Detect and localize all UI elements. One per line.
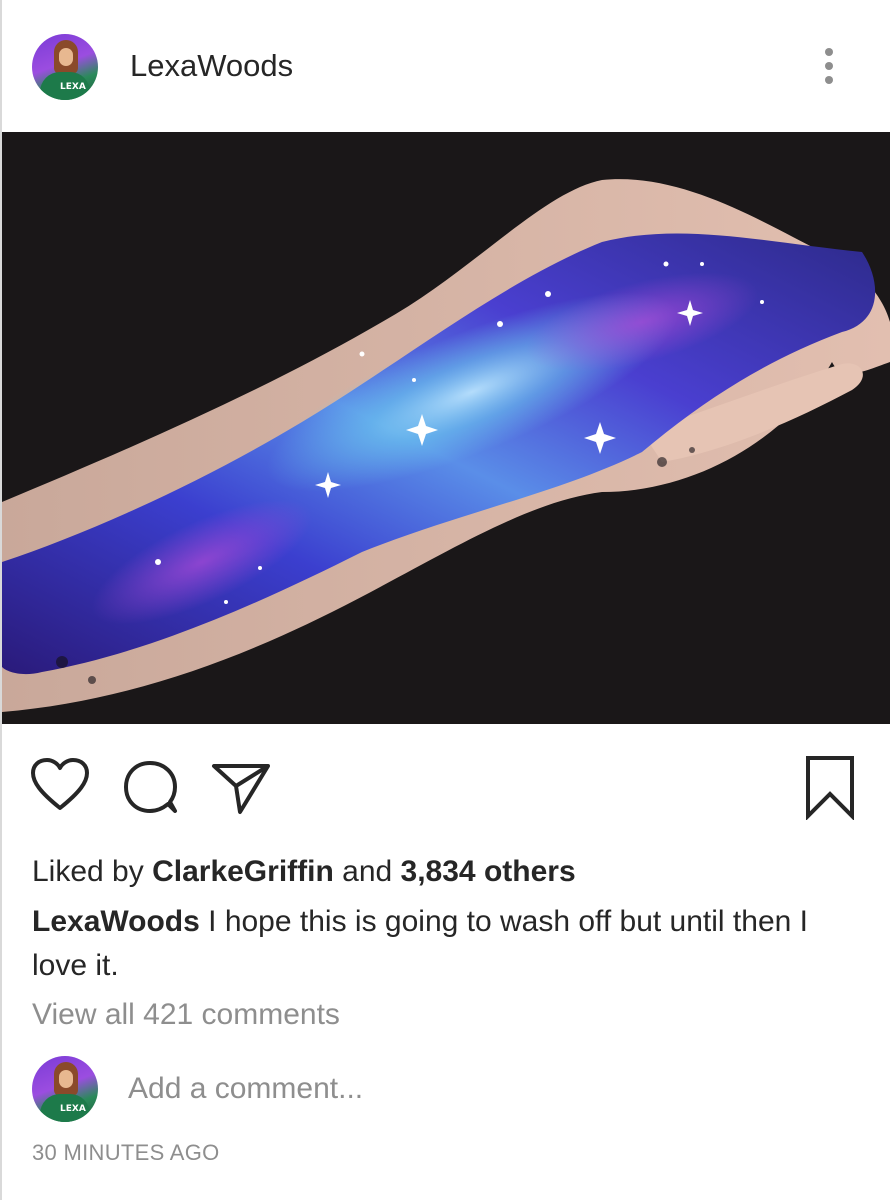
- post-username[interactable]: LexaWoods: [130, 48, 293, 84]
- avatar[interactable]: LEXA: [32, 34, 98, 100]
- likes-others[interactable]: 3,834 others: [401, 855, 576, 888]
- action-bar: [0, 740, 890, 830]
- comment-avatar: LEXA: [32, 1056, 98, 1122]
- post-caption: LexaWoods I hope this is going to wash o…: [32, 900, 862, 988]
- avatar-jersey-text: LEXA: [60, 1104, 86, 1114]
- more-options-icon[interactable]: [818, 48, 840, 88]
- galaxy-arm-photo: [2, 132, 890, 724]
- view-all-comments-link[interactable]: View all 421 comments: [32, 998, 340, 1032]
- speech-bubble-icon[interactable]: [122, 758, 180, 816]
- heart-outline-icon[interactable]: [30, 758, 90, 812]
- paper-plane-icon[interactable]: [210, 758, 272, 816]
- likes-connector: and: [333, 855, 401, 888]
- liked-by-user[interactable]: ClarkeGriffin: [152, 855, 334, 888]
- likes-prefix: Liked by: [32, 855, 153, 888]
- avatar-face: [59, 1070, 73, 1088]
- add-comment-row: LEXA: [0, 1054, 890, 1130]
- avatar-jersey-text: LEXA: [60, 82, 86, 92]
- caption-username[interactable]: LexaWoods: [32, 905, 200, 938]
- post-photo[interactable]: [2, 132, 890, 724]
- post-timestamp: 30 MINUTES AGO: [32, 1140, 220, 1165]
- avatar-face: [59, 48, 73, 66]
- post-header: LEXA LexaWoods: [0, 0, 890, 132]
- likes-summary[interactable]: Liked by ClarkeGriffin and 3,834 others: [32, 852, 576, 892]
- add-comment-input[interactable]: [128, 1072, 828, 1106]
- bookmark-icon[interactable]: [802, 754, 858, 821]
